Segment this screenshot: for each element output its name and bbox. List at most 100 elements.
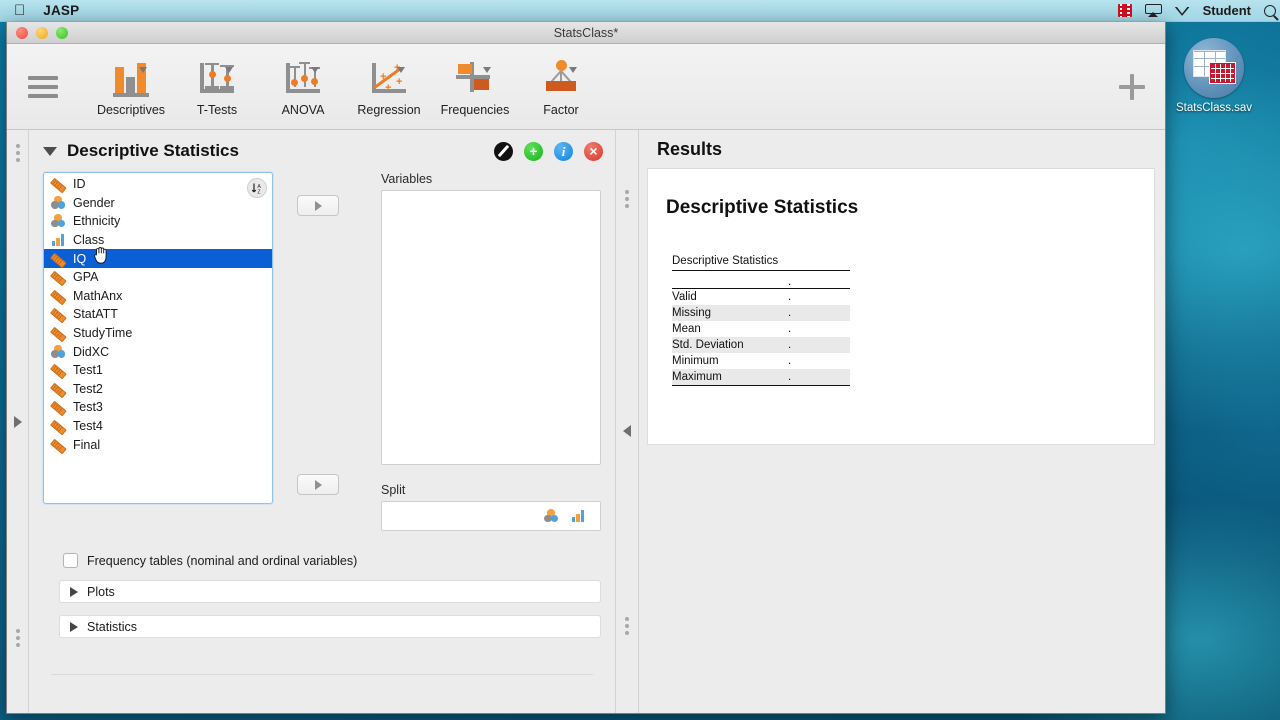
jasp-window: StatsClass* Descriptives T-Tests ANOVA +… xyxy=(6,22,1166,714)
ribbon-item-factor[interactable]: Factor xyxy=(518,51,604,123)
assign-variables-button[interactable] xyxy=(297,195,339,216)
close-window-button[interactable] xyxy=(16,26,28,39)
wifi-icon[interactable] xyxy=(1175,7,1190,16)
variable-list-item[interactable]: Test3 xyxy=(44,398,272,417)
variable-list-item[interactable]: Final xyxy=(44,435,272,454)
table-row-value: . xyxy=(788,323,792,335)
variable-name: IQ xyxy=(73,251,87,266)
no-entry-button[interactable] xyxy=(494,141,513,161)
minimize-window-button[interactable] xyxy=(36,26,48,39)
split-drop-box[interactable] xyxy=(381,501,601,531)
section-statistics[interactable]: Statistics xyxy=(59,615,601,638)
variable-list-item[interactable]: Test2 xyxy=(44,380,272,399)
variable-list-item[interactable]: Test4 xyxy=(44,417,272,436)
airplay-icon[interactable] xyxy=(1144,4,1162,17)
chevron-down-icon[interactable] xyxy=(311,66,319,73)
chevron-down-icon[interactable] xyxy=(397,66,405,73)
descriptive-statistics-table: Descriptive Statistics . Valid. Missing. M… xyxy=(672,255,850,386)
ribbon-label: Frequencies xyxy=(440,102,510,117)
screen-recorder-icon[interactable] xyxy=(1117,4,1132,17)
plus-icon[interactable] xyxy=(1119,73,1145,100)
variable-name: Test1 xyxy=(73,363,103,378)
ribbon-label: Regression xyxy=(357,102,421,117)
chevron-down-icon[interactable] xyxy=(43,146,57,156)
chevron-down-icon[interactable] xyxy=(139,66,147,73)
variable-list-item[interactable]: ID xyxy=(44,175,272,194)
menu-bar-user[interactable]: Student xyxy=(1203,3,1251,18)
spotlight-icon[interactable] xyxy=(1264,4,1276,17)
left-panel-splitter[interactable] xyxy=(7,130,29,713)
menu-bar-status-items: Student xyxy=(1117,3,1280,18)
splitter-grip-bottom xyxy=(15,629,20,647)
variable-name: ID xyxy=(73,177,86,192)
variable-list-item[interactable]: StudyTime xyxy=(44,324,272,343)
window-title: StatsClass* xyxy=(553,25,619,40)
variable-name: DidXC xyxy=(73,344,110,359)
window-titlebar: StatsClass* xyxy=(7,22,1165,44)
variable-list-item[interactable]: StatATT xyxy=(44,305,272,324)
frequency-tables-checkbox-row[interactable]: Frequency tables (nominal and ordinal va… xyxy=(63,553,615,568)
collapse-results-button[interactable] xyxy=(623,425,631,437)
variable-name: StudyTime xyxy=(73,326,133,341)
hamburger-icon[interactable] xyxy=(28,75,58,98)
variable-list-item[interactable]: DidXC xyxy=(44,342,272,361)
results-panel: Results Descriptive Statistics Descripti… xyxy=(639,130,1165,713)
section-plots[interactable]: Plots xyxy=(59,580,601,603)
add-button[interactable]: + xyxy=(524,141,543,161)
variable-list-item[interactable]: GPA xyxy=(44,268,272,287)
splitter-grip-top xyxy=(625,190,629,208)
variable-list-item[interactable]: IQ xyxy=(44,249,272,268)
variable-list-item[interactable]: Ethnicity xyxy=(44,212,272,231)
variable-list-item[interactable]: MathAnx xyxy=(44,287,272,306)
expand-data-panel-button[interactable] xyxy=(13,415,22,428)
scale-icon xyxy=(51,382,66,396)
table-row: Mean. xyxy=(672,321,850,337)
sort-az-icon[interactable]: A Z xyxy=(247,178,267,198)
options-bottom-divider xyxy=(51,674,593,675)
variable-name: MathAnx xyxy=(73,288,123,303)
ribbon-item-frequencies[interactable]: Frequencies xyxy=(432,51,518,123)
available-variables-list[interactable]: A Z ID Gender Ethnicity Class IQ GPA MathAnx St… xyxy=(43,172,273,504)
ribbon-item-regression[interactable]: + + + + Regression xyxy=(346,51,432,123)
info-button[interactable]: i xyxy=(554,141,573,161)
variable-name: Class xyxy=(73,233,105,248)
results-panel-splitter[interactable] xyxy=(615,130,639,713)
table-row-value: . xyxy=(788,339,792,351)
variable-list-item[interactable]: Class xyxy=(44,231,272,250)
chevron-down-icon[interactable] xyxy=(483,66,491,73)
variable-name: GPA xyxy=(73,270,99,285)
factor-tree-icon xyxy=(538,57,584,97)
options-title: Descriptive Statistics xyxy=(67,141,239,160)
split-box-label: Split xyxy=(381,483,406,497)
chevron-right-icon xyxy=(70,621,78,632)
assign-split-button[interactable] xyxy=(297,474,339,495)
scale-icon xyxy=(51,177,66,191)
ribbon-item-anova[interactable]: ANOVA xyxy=(260,51,346,123)
variables-drop-box[interactable] xyxy=(381,190,601,465)
menu-app-name[interactable]: JASP xyxy=(43,3,79,18)
section-label: Plots xyxy=(87,584,115,599)
crosstab-icon xyxy=(452,57,498,97)
scale-icon xyxy=(51,419,66,433)
ribbon-item-t-tests[interactable]: T-Tests xyxy=(174,51,260,123)
nominal-icon xyxy=(51,195,66,210)
ordinal-icon xyxy=(571,509,586,523)
desktop-file-statsclass[interactable]: StatsClass.sav xyxy=(1176,38,1252,114)
table-row-label: Mean xyxy=(672,323,701,335)
ordinal-icon xyxy=(51,233,66,247)
macos-menu-bar:  JASP Student xyxy=(0,0,1280,22)
frequency-tables-checkbox[interactable] xyxy=(63,553,78,568)
chevron-down-icon[interactable] xyxy=(225,66,233,73)
scale-icon xyxy=(51,252,66,266)
results-sheet[interactable]: Descriptive Statistics Descriptive Stati… xyxy=(647,168,1155,445)
analysis-options-panel: Descriptive Statistics + i × A Z ID Gend… xyxy=(29,130,615,713)
zoom-window-button[interactable] xyxy=(56,26,68,39)
ribbon-item-descriptives[interactable]: Descriptives xyxy=(88,51,174,123)
variable-name: Gender xyxy=(73,195,115,210)
variable-list-item[interactable]: Gender xyxy=(44,194,272,213)
chevron-down-icon[interactable] xyxy=(569,66,577,73)
table-row: Missing. xyxy=(672,305,850,321)
apple-icon[interactable]:  xyxy=(14,3,25,18)
variable-list-item[interactable]: Test1 xyxy=(44,361,272,380)
close-button[interactable]: × xyxy=(584,141,603,161)
